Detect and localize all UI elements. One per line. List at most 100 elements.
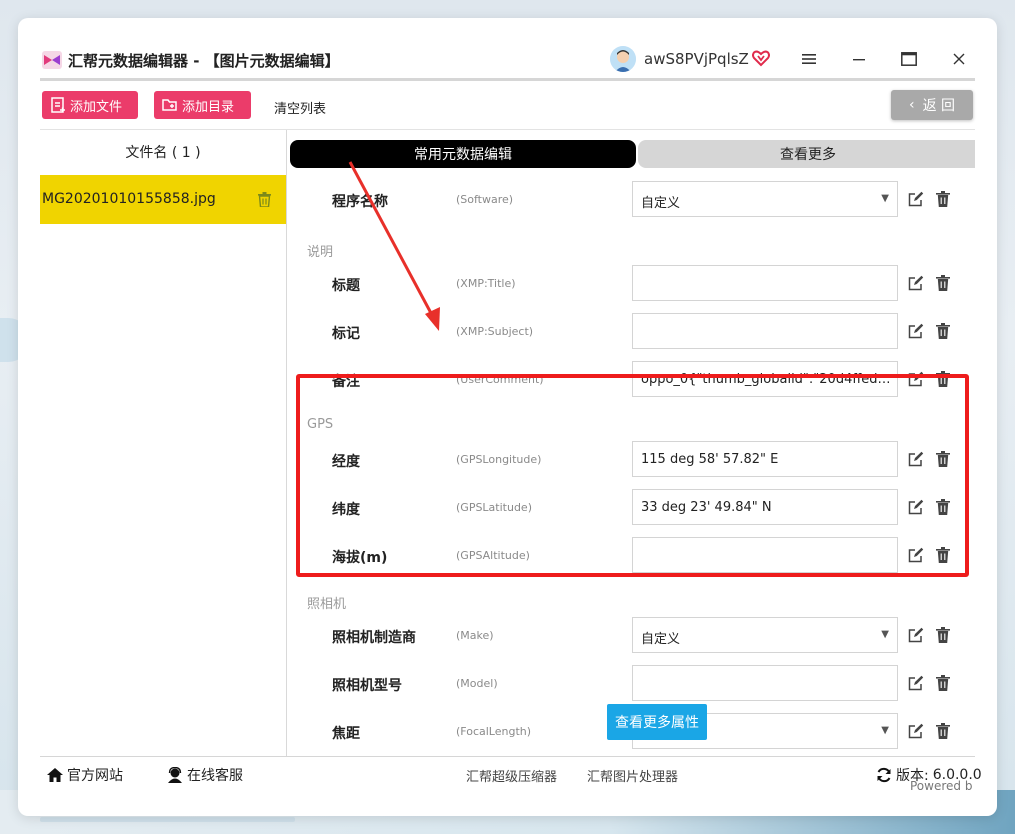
edit-icon[interactable] [908, 451, 924, 467]
camera-make-select[interactable]: 自定义 ▼ [632, 617, 898, 653]
field-row: 程序名称 (Software) 自定义 ▼ [288, 181, 975, 217]
camera-model-input[interactable] [632, 665, 898, 701]
field-label: 焦距 [332, 726, 360, 742]
trash-icon[interactable] [936, 275, 950, 291]
subject-input[interactable] [632, 313, 898, 349]
add-file-icon [51, 97, 65, 113]
section-camera: 照相机 [307, 597, 347, 612]
edit-icon[interactable] [908, 371, 924, 387]
tab-common-metadata[interactable]: 常用元数据编辑 [290, 140, 636, 168]
official-website-label: 官方网站 [67, 768, 123, 784]
close-icon[interactable] [948, 48, 970, 70]
gps-longitude-input[interactable]: 115 deg 58' 57.82" E [632, 441, 898, 477]
add-file-button[interactable]: 添加文件 [42, 91, 138, 119]
field-key: (GPSAltitude) [456, 549, 530, 562]
online-support-link[interactable]: 在线客服 [166, 765, 243, 785]
field-row: 经度 (GPSLongitude) 115 deg 58' 57.82" E [288, 441, 975, 477]
back-label: 返 回 [922, 98, 956, 114]
file-list-panel: 文件名 ( 1 ) MG20201010155858.jpg [40, 130, 287, 756]
field-label: 备注 [332, 374, 360, 390]
footer-bar: 官方网站 在线客服 汇帮超级压缩器 汇帮图片处理器 版本: 6.0.0.0 [40, 756, 982, 788]
field-key: (GPSLongitude) [456, 453, 542, 466]
section-description: 说明 [307, 245, 334, 260]
select-value: 自定义 [641, 632, 681, 647]
field-row: 纬度 (GPSLatitude) 33 deg 23' 49.84" N [288, 489, 975, 525]
gps-latitude-input[interactable]: 33 deg 23' 49.84" N [632, 489, 898, 525]
app-window: 汇帮元数据编辑器 - 【图片元数据编辑】 awS8PVjPqlsZ 添加文件 添… [18, 18, 997, 816]
field-row: 照相机制造商 (Make) 自定义 ▼ [288, 617, 975, 653]
trash-icon[interactable] [936, 723, 950, 739]
maximize-icon[interactable] [898, 48, 920, 70]
file-list-item[interactable]: MG20201010155858.jpg [40, 175, 286, 224]
field-label: 程序名称 [332, 194, 388, 210]
field-key: (Software) [456, 193, 514, 206]
username[interactable]: awS8PVjPqlsZ [644, 50, 749, 68]
title-input[interactable] [632, 265, 898, 301]
trash-icon[interactable] [258, 192, 271, 207]
field-key: (XMP:Subject) [456, 325, 534, 338]
edit-icon[interactable] [908, 627, 924, 643]
metadata-panel: 常用元数据编辑 查看更多 程序名称 (Software) 自定义 ▼ 说明 标题… [288, 130, 975, 756]
edit-icon[interactable] [908, 723, 924, 739]
field-label: 经度 [332, 454, 360, 470]
field-label: 照相机制造商 [332, 630, 416, 646]
field-row: 标记 (XMP:Subject) [288, 313, 975, 349]
dropdown-caret-icon: ▼ [881, 725, 889, 736]
section-gps: GPS [307, 417, 334, 432]
app-logo-icon [42, 51, 62, 69]
background-bar [40, 817, 295, 822]
trash-icon[interactable] [936, 323, 950, 339]
field-label: 照相机型号 [332, 678, 402, 694]
window-title: 汇帮元数据编辑器 - 【图片元数据编辑】 [68, 52, 340, 70]
field-label: 海拔(m) [332, 550, 388, 566]
add-directory-button[interactable]: 添加目录 [154, 91, 251, 119]
edit-icon[interactable] [908, 191, 924, 207]
minimize-icon[interactable] [848, 48, 870, 70]
view-more-properties-button[interactable]: 查看更多属性 [607, 704, 707, 740]
file-list-header: 文件名 ( 1 ) [125, 145, 201, 161]
field-row: 海拔(m) (GPSAltitude) [288, 537, 975, 573]
refresh-icon[interactable] [876, 767, 892, 783]
powered-by-text: Powered b [910, 779, 973, 793]
edit-icon[interactable] [908, 323, 924, 339]
home-icon [47, 768, 63, 782]
back-button[interactable]: ‹ 返 回 [891, 90, 973, 120]
trash-icon[interactable] [936, 191, 950, 207]
menu-icon[interactable] [798, 48, 820, 70]
edit-icon[interactable] [908, 275, 924, 291]
trash-icon[interactable] [936, 547, 950, 563]
dropdown-caret-icon: ▼ [881, 193, 889, 204]
software-select[interactable]: 自定义 ▼ [632, 181, 898, 217]
vip-heart-icon[interactable] [752, 49, 770, 67]
field-key: (Make) [456, 629, 494, 642]
official-website-link[interactable]: 官方网站 [46, 765, 123, 785]
user-avatar[interactable] [610, 46, 636, 72]
trash-icon[interactable] [936, 627, 950, 643]
trash-icon[interactable] [936, 675, 950, 691]
add-folder-icon [162, 99, 177, 111]
online-support-label: 在线客服 [187, 768, 243, 784]
clear-list-button[interactable]: 清空列表 [274, 98, 326, 117]
trash-icon[interactable] [936, 371, 950, 387]
avatar-icon [610, 46, 636, 72]
select-value: 自定义 [641, 196, 681, 211]
user-comment-input[interactable]: oppo_0{"thumb_globalid":"20d4ffedac... [632, 361, 898, 397]
toolbar: 添加文件 添加目录 清空列表 ‹ 返 回 [40, 90, 975, 122]
image-processor-link[interactable]: 汇帮图片处理器 [587, 766, 678, 785]
compressor-link[interactable]: 汇帮超级压缩器 [466, 766, 557, 785]
field-row: 标题 (XMP:Title) [288, 265, 975, 301]
tab-view-more[interactable]: 查看更多 [638, 140, 975, 168]
field-key: (Model) [456, 677, 498, 690]
edit-icon[interactable] [908, 499, 924, 515]
gps-altitude-input[interactable] [632, 537, 898, 573]
add-file-label: 添加文件 [70, 99, 123, 115]
trash-icon[interactable] [936, 499, 950, 515]
field-key: (UserComment) [456, 373, 544, 386]
trash-icon[interactable] [936, 451, 950, 467]
field-row: 照相机型号 (Model) [288, 665, 975, 701]
field-label: 标题 [332, 278, 360, 294]
edit-icon[interactable] [908, 675, 924, 691]
field-key: (GPSLatitude) [456, 501, 532, 514]
field-row: 备注 (UserComment) oppo_0{"thumb_globalid"… [288, 361, 975, 397]
edit-icon[interactable] [908, 547, 924, 563]
